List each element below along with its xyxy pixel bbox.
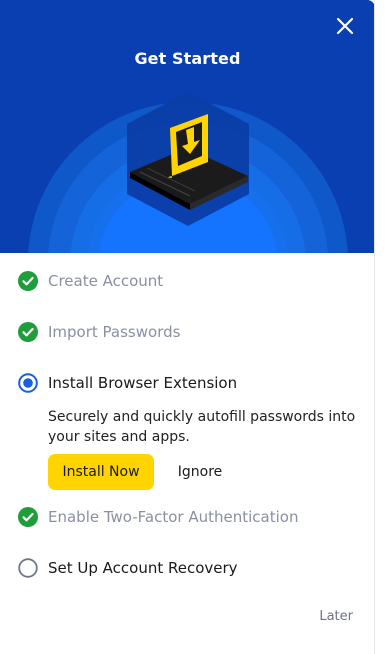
step-install-browser-extension[interactable]: Install Browser Extension — [18, 372, 237, 394]
step-label: Create Account — [48, 272, 164, 290]
step-label: Import Passwords — [48, 323, 181, 341]
step-description: Securely and quickly autofill passwords … — [48, 409, 356, 445]
step-enable-two-factor: Enable Two-Factor Authentication — [18, 506, 298, 528]
hero-illustration — [0, 0, 374, 253]
get-started-panel: Get Started Create Account Import Passwo… — [0, 0, 375, 654]
hero-banner: Get Started — [0, 0, 374, 253]
page-title: Get Started — [134, 49, 241, 68]
step-label: Enable Two-Factor Authentication — [48, 508, 299, 526]
step-import-passwords: Import Passwords — [18, 321, 180, 343]
check-circle-icon — [18, 271, 38, 291]
radio-empty-icon — [18, 558, 38, 578]
step-create-account: Create Account — [18, 270, 163, 292]
close-button[interactable] — [333, 14, 357, 38]
check-circle-icon — [18, 322, 38, 342]
radio-selected-icon — [18, 373, 38, 393]
close-icon — [336, 17, 354, 35]
later-button[interactable]: Later — [319, 609, 353, 624]
check-circle-icon — [18, 507, 38, 527]
install-now-button[interactable]: Install Now — [48, 454, 154, 490]
step-label: Install Browser Extension — [48, 374, 238, 392]
step-account-recovery[interactable]: Set Up Account Recovery — [18, 557, 238, 579]
ignore-button[interactable]: Ignore — [166, 454, 234, 490]
step-label: Set Up Account Recovery — [48, 559, 238, 577]
